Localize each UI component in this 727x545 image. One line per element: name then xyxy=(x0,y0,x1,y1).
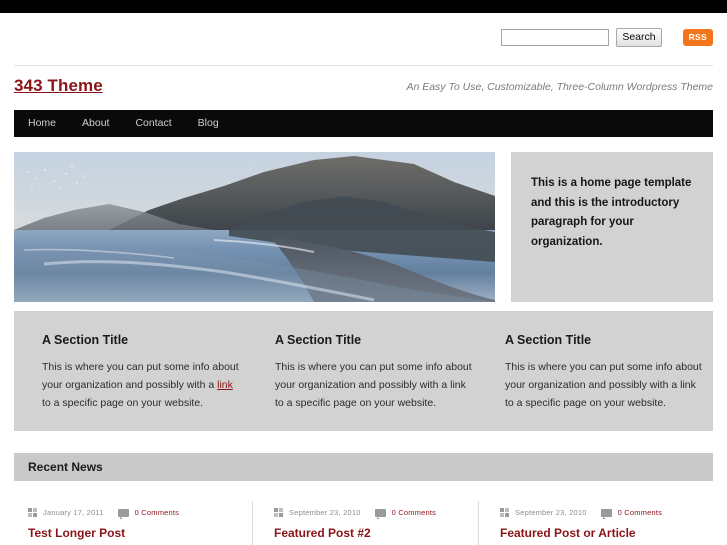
nav-item-home[interactable]: Home xyxy=(14,110,69,137)
nav-item-blog[interactable]: Blog xyxy=(185,110,232,137)
post-title-1[interactable]: Test Longer Post xyxy=(28,526,229,541)
post-meta-1: January 17, 2011 0 Comments xyxy=(28,508,229,519)
comment-icon xyxy=(600,508,612,519)
news-post-1: January 17, 2011 0 Comments Test Longer … xyxy=(14,481,247,545)
post-date-3: September 23, 2010 xyxy=(515,508,587,517)
section-text-3: This is where you can put some info abou… xyxy=(505,358,702,412)
section-text-before-1: This is where you can put some info abou… xyxy=(42,361,239,391)
post-meta-3: September 23, 2010 0 Comments xyxy=(500,508,701,519)
post-date-1: January 17, 2011 xyxy=(43,508,104,517)
hero-intro-text: This is a home page template and this is… xyxy=(531,177,692,248)
post-comments-3[interactable]: 0 Comments xyxy=(618,508,663,517)
header-divider xyxy=(14,65,713,66)
post-title-2[interactable]: Featured Post #2 xyxy=(274,526,475,541)
comment-icon xyxy=(117,508,129,519)
calendar-icon xyxy=(28,508,37,517)
section-title-2: A Section Title xyxy=(275,333,362,347)
three-column-panel: A Section Title This is where you can pu… xyxy=(14,311,713,431)
calendar-icon xyxy=(274,508,283,517)
post-comments-2[interactable]: 0 Comments xyxy=(392,508,437,517)
comment-icon xyxy=(374,508,386,519)
search-area: Search RSS xyxy=(501,28,713,47)
page-root: Search RSS 343 Theme An Easy To Use, Cus… xyxy=(0,0,727,545)
section-text-after-3: to a specific page on your website. xyxy=(505,397,667,409)
section-text-before-3: This is where you can put some info abou… xyxy=(505,361,702,391)
main-navigation: Home About Contact Blog xyxy=(14,110,713,137)
recent-news-heading: Recent News xyxy=(28,460,103,474)
site-title[interactable]: 343 Theme xyxy=(14,76,103,96)
section-text-2: This is where you can put some info abou… xyxy=(275,358,472,412)
post-meta-2: September 23, 2010 0 Comments xyxy=(274,508,475,519)
section-title-3: A Section Title xyxy=(505,333,592,347)
section-column-1: A Section Title This is where you can pu… xyxy=(28,311,261,431)
recent-news-bar: Recent News xyxy=(14,453,713,481)
post-date-2: September 23, 2010 xyxy=(289,508,361,517)
hero-intro-box: This is a home page template and this is… xyxy=(511,152,713,302)
search-input[interactable] xyxy=(501,29,610,46)
section-column-3: A Section Title This is where you can pu… xyxy=(491,311,724,431)
rss-button[interactable]: RSS xyxy=(682,29,713,46)
title-row: 343 Theme An Easy To Use, Customizable, … xyxy=(0,74,727,108)
calendar-icon xyxy=(500,508,509,517)
utility-row: Search RSS xyxy=(0,13,727,62)
section-link-2[interactable]: link xyxy=(450,379,466,391)
section-text-before-2: This is where you can put some info abou… xyxy=(275,361,472,391)
search-button[interactable]: Search xyxy=(616,28,662,47)
section-link-1[interactable]: link xyxy=(217,379,233,391)
recent-news-columns: January 17, 2011 0 Comments Test Longer … xyxy=(14,481,713,545)
news-post-2: September 23, 2010 0 Comments Featured P… xyxy=(252,481,493,545)
section-title-1: A Section Title xyxy=(42,333,129,347)
site-tagline: An Easy To Use, Customizable, Three-Colu… xyxy=(406,81,713,93)
hero-image xyxy=(14,152,495,302)
section-link-3[interactable]: link xyxy=(680,379,696,391)
post-title-3[interactable]: Featured Post or Article xyxy=(500,526,701,541)
section-text-after-1: to a specific page on your website. xyxy=(42,397,204,409)
section-text-after-2: to a specific page on your website. xyxy=(275,397,437,409)
nav-item-contact[interactable]: Contact xyxy=(122,110,184,137)
section-text-1: This is where you can put some info abou… xyxy=(42,358,239,412)
news-post-3: September 23, 2010 0 Comments Featured P… xyxy=(478,481,719,545)
section-column-2: A Section Title This is where you can pu… xyxy=(261,311,494,431)
hero-row: This is a home page template and this is… xyxy=(14,152,713,302)
post-comments-1[interactable]: 0 Comments xyxy=(135,508,180,517)
top-black-bar xyxy=(0,0,727,13)
nav-item-about[interactable]: About xyxy=(69,110,122,137)
